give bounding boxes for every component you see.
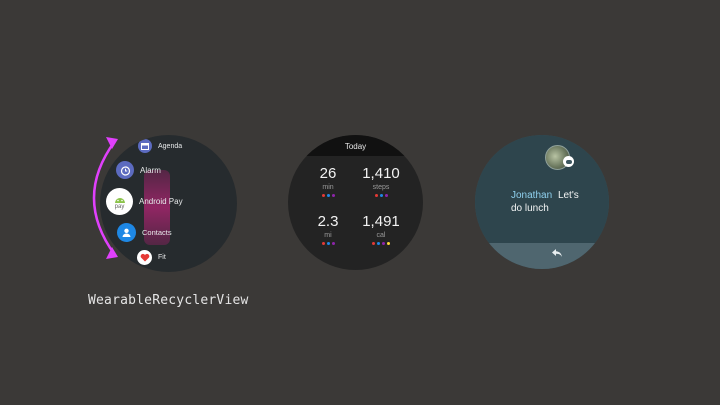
stat-minutes[interactable]: 26 min xyxy=(303,165,353,198)
stat-value: 26 xyxy=(319,165,337,182)
hangouts-badge-icon xyxy=(563,156,574,167)
list-item-label: Fit xyxy=(158,254,166,261)
stat-unit: cal xyxy=(376,232,386,239)
stat-value: 1,410 xyxy=(362,165,400,182)
stat-dots xyxy=(356,242,406,246)
stat-dots xyxy=(303,242,353,246)
notification-message: Jonathan Let's do lunch xyxy=(511,189,591,215)
reply-action-bar[interactable] xyxy=(475,243,609,269)
heart-icon xyxy=(137,250,152,265)
list-item-fit[interactable]: Fit xyxy=(137,250,166,265)
list-item-label: Android Pay xyxy=(139,197,183,206)
list-item-label: Agenda xyxy=(158,142,183,150)
stat-dots xyxy=(356,194,406,198)
stat-dots xyxy=(303,194,353,198)
stat-steps[interactable]: 1,410 steps xyxy=(356,165,406,198)
header-today: Today xyxy=(288,135,423,156)
caption-label: WearableRecyclerView xyxy=(88,293,249,308)
fitness-stats-watch: Today 26 min 1,410 steps 2.3 mi 1,491 ca… xyxy=(288,135,423,270)
scroll-arc-indicator xyxy=(92,137,118,259)
stat-calories[interactable]: 1,491 cal xyxy=(356,213,406,246)
stat-value: 1,491 xyxy=(362,213,400,230)
reply-icon[interactable] xyxy=(551,248,563,260)
sender-name: Jonathan xyxy=(511,190,553,201)
stat-unit: steps xyxy=(372,184,390,191)
stat-unit: min xyxy=(322,184,334,191)
calendar-icon xyxy=(138,139,152,153)
stat-unit: mi xyxy=(324,232,332,239)
list-item-label: Contacts xyxy=(142,228,172,237)
list-item-contacts[interactable]: Contacts xyxy=(117,223,172,242)
list-item-agenda[interactable]: Agenda xyxy=(138,139,182,153)
stat-distance[interactable]: 2.3 mi xyxy=(303,213,353,246)
list-item-label: Alarm xyxy=(140,165,161,175)
stat-value: 2.3 xyxy=(317,213,339,230)
